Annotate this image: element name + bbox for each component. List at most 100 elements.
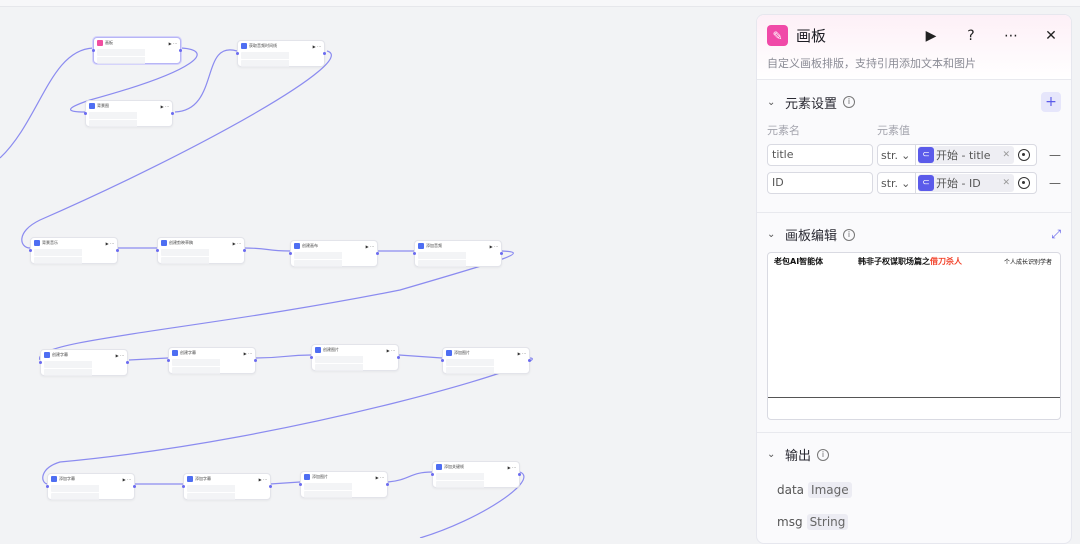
input-port[interactable] (39, 361, 42, 364)
chevron-down-icon[interactable]: ⌄ (767, 229, 779, 240)
input-port[interactable] (92, 49, 95, 52)
input-port[interactable] (236, 52, 239, 55)
workflow-node[interactable]: 创建剪映草稿 ▶ ⋯ (156, 237, 246, 264)
target-icon[interactable] (1018, 177, 1030, 189)
output-port[interactable] (243, 249, 246, 252)
input-port[interactable] (84, 112, 87, 115)
input-port[interactable] (441, 359, 444, 362)
workflow-node[interactable]: 背景音乐 ▶ ⋯ (29, 237, 119, 264)
chevron-down-icon[interactable]: ⌄ (767, 449, 779, 460)
workflow-node[interactable]: 创建图片 ▶ ⋯ (310, 344, 400, 371)
node-outputs (172, 367, 252, 374)
element-name-input[interactable]: ID (767, 172, 873, 194)
workflow-node[interactable]: 创建字幕 ▶ ⋯ (167, 347, 257, 374)
output-port[interactable] (133, 485, 136, 488)
output-port[interactable] (269, 485, 272, 488)
remove-element-button[interactable]: — (1049, 148, 1061, 162)
play-icon[interactable]: ▶ ⋯ (313, 44, 321, 49)
output-port[interactable] (179, 49, 182, 52)
node-icon (97, 40, 103, 46)
output-port[interactable] (500, 252, 503, 255)
expand-icon[interactable]: ⤢ (1051, 227, 1061, 242)
input-port[interactable] (310, 356, 313, 359)
workflow-node[interactable]: 添加图片 ▶ ⋯ (441, 347, 531, 374)
play-icon[interactable]: ▶ ⋯ (508, 465, 516, 470)
play-icon[interactable]: ▶ ⋯ (169, 41, 177, 46)
output-port[interactable] (376, 252, 379, 255)
play-icon[interactable]: ▶ ⋯ (161, 104, 169, 109)
node-outputs (34, 257, 114, 264)
close-icon[interactable]: ✕ (1041, 28, 1061, 44)
clear-icon[interactable]: ✕ (1002, 150, 1010, 160)
play-icon[interactable]: ▶ ⋯ (518, 351, 526, 356)
workflow-node[interactable]: 添加音频 ▶ ⋯ (413, 240, 503, 267)
output-port[interactable] (126, 361, 129, 364)
output-port[interactable] (518, 473, 521, 476)
play-icon[interactable]: ▶ (921, 28, 941, 44)
input-port[interactable] (167, 359, 170, 362)
play-icon[interactable]: ▶ ⋯ (366, 244, 374, 249)
workflow-node[interactable]: 添加图片 ▶ ⋯ (299, 471, 389, 498)
workflow-node[interactable]: 画板 ▶ ⋯ (92, 37, 182, 64)
play-icon[interactable]: ▶ ⋯ (123, 477, 131, 482)
info-icon[interactable]: i (817, 448, 830, 461)
type-select[interactable]: str. ⌄ (878, 173, 916, 193)
input-port[interactable] (289, 252, 292, 255)
play-icon[interactable]: ▶ ⋯ (490, 244, 498, 249)
canvas-node-icon: ✎ (767, 25, 788, 46)
canvas-title-text: 韩非子权谋职场篇之 (858, 257, 930, 266)
input-port[interactable] (29, 249, 32, 252)
workflow-node[interactable]: 添加字幕 ▶ ⋯ (46, 473, 136, 500)
workflow-node[interactable]: 创建字幕 ▶ ⋯ (39, 349, 129, 376)
add-element-button[interactable]: + (1041, 92, 1061, 112)
workflow-node[interactable]: 创建画布 ▶ ⋯ (289, 240, 379, 267)
output-port[interactable] (116, 249, 119, 252)
canvas-preview[interactable]: 老包AI智能体 韩非子权谋职场篇之借刀杀人 个人成长识别学者 (767, 252, 1061, 420)
remove-element-button[interactable]: — (1049, 176, 1061, 190)
play-icon[interactable]: ▶ ⋯ (387, 348, 395, 353)
input-port[interactable] (431, 473, 434, 476)
input-port[interactable] (299, 483, 302, 486)
info-icon[interactable]: i (843, 96, 856, 108)
node-outputs (44, 369, 124, 376)
element-name-input[interactable]: title (767, 144, 873, 166)
output-port[interactable] (528, 359, 531, 362)
reference-chip[interactable]: ⊂ 开始 - ID ✕ (918, 174, 1014, 192)
type-select[interactable]: str. ⌄ (878, 145, 916, 165)
input-port[interactable] (182, 485, 185, 488)
input-port[interactable] (413, 252, 416, 255)
output-port[interactable] (323, 52, 326, 55)
question-icon[interactable]: ? (961, 28, 981, 44)
col-name-label: 元素名 (767, 124, 800, 137)
node-title: 添加关键帧 (444, 464, 464, 469)
workflow-node[interactable]: 添加字幕 ▶ ⋯ (182, 473, 272, 500)
play-icon[interactable]: ▶ ⋯ (259, 477, 267, 482)
output-port[interactable] (386, 483, 389, 486)
col-value-label: 元素值 (877, 124, 910, 137)
info-icon[interactable]: i (843, 228, 856, 241)
play-icon[interactable]: ▶ ⋯ (376, 475, 384, 480)
reference-chip[interactable]: ⊂ 开始 - title ✕ (918, 146, 1014, 164)
target-icon[interactable] (1018, 149, 1030, 161)
workflow-node[interactable]: 背景图 ▶ ⋯ (84, 100, 174, 127)
workflow-edge (21, 50, 332, 249)
workflow-node[interactable]: 获取音频时间线 ▶ ⋯ (236, 40, 326, 67)
clear-icon[interactable]: ✕ (1002, 178, 1010, 188)
play-icon[interactable]: ▶ ⋯ (116, 353, 124, 358)
workflow-edge (128, 357, 169, 361)
workflow-edge (0, 47, 94, 159)
output-port[interactable] (171, 112, 174, 115)
output-port[interactable] (397, 356, 400, 359)
input-port[interactable] (46, 485, 49, 488)
canvas-left-text: 老包AI智能体 (774, 257, 824, 266)
play-icon[interactable]: ▶ ⋯ (244, 351, 252, 356)
output-port[interactable] (254, 359, 257, 362)
play-icon[interactable]: ▶ ⋯ (233, 241, 241, 246)
more-icon[interactable]: ⋯ (1001, 28, 1021, 44)
chevron-down-icon[interactable]: ⌄ (767, 97, 779, 108)
input-port[interactable] (156, 249, 159, 252)
workflow-node[interactable]: 添加关键帧 ▶ ⋯ (431, 461, 521, 488)
node-title: 创建图片 (323, 347, 339, 352)
workflow-edge (269, 481, 301, 485)
play-icon[interactable]: ▶ ⋯ (106, 241, 114, 246)
